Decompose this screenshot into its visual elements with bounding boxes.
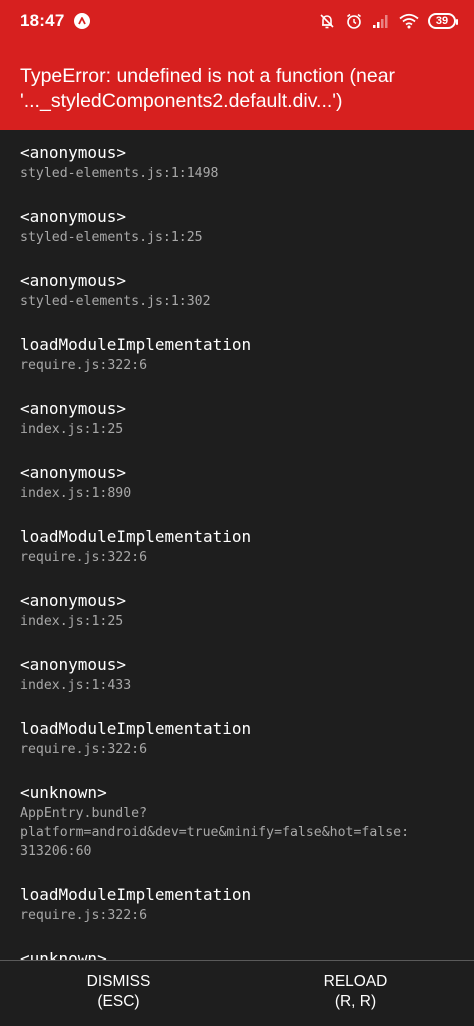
reload-button[interactable]: RELOAD (R, R) (237, 961, 474, 1026)
stack-frame-method: <anonymous> (20, 271, 126, 290)
stack-frame[interactable]: <anonymous> index.js:1:25 (20, 590, 454, 631)
stack-frame-file: styled-elements.js:1:25 (20, 230, 203, 245)
dismiss-label: DISMISS (86, 972, 151, 990)
status-bar-right: 39 (318, 12, 458, 30)
stack-frame-file: index.js:1:433 (20, 678, 132, 693)
stack-frame[interactable]: <anonymous> index.js:1:890 (20, 462, 454, 503)
dismiss-shortcut: (ESC) (97, 992, 140, 1010)
app-notification-icon (74, 13, 91, 29)
stack-frame-file: require.js:322:6 (20, 742, 148, 757)
stack-frame-file: require.js:322:6 (20, 908, 148, 923)
stack-frame-method: <anonymous> (20, 463, 126, 482)
stack-frame[interactable]: <unknown> AppEntry.bundle? platform=andro… (20, 782, 454, 861)
stack-frame-file: index.js:1:25 (20, 422, 124, 437)
stack-frame-file: index.js:1:890 (20, 486, 132, 501)
stack-frame[interactable]: <unknown>AppEntry.bundle? (20, 948, 454, 960)
stack-frame[interactable]: loadModuleImplementation require.js:322:6 (20, 526, 454, 567)
signal-icon (372, 13, 390, 29)
stack-trace-list[interactable]: <anonymous> styled-elements.js:1:1498 <ano… (0, 130, 474, 960)
stack-frame-file: styled-elements.js:1:302 (20, 294, 211, 309)
status-time: 18:47 (20, 11, 65, 30)
stack-frame-method: loadModuleImplementation (20, 335, 252, 354)
stack-frame-file: AppEntry.bundle? platform=android&dev=tr… (20, 806, 410, 859)
battery-icon: 39 (428, 13, 458, 29)
stack-frame-method: <anonymous> (20, 143, 126, 162)
stack-frame-method: <unknown> (20, 949, 107, 960)
stack-frame[interactable]: <anonymous> styled-elements.js:1:1498 (20, 142, 454, 183)
alarm-icon (345, 12, 363, 30)
status-bar-left: 18:47 (20, 11, 91, 31)
stack-frame[interactable]: loadModuleImplementation require.js:322:6 (20, 334, 454, 375)
stack-frame[interactable]: <anonymous> index.js:1:25 (20, 398, 454, 439)
stack-frame-method: <unknown> (20, 783, 107, 802)
error-header: TypeError: undefined is not a function (… (0, 42, 474, 130)
stack-frame[interactable]: <anonymous> styled-elements.js:1:302 (20, 270, 454, 311)
stack-frame-method: loadModuleImplementation (20, 527, 252, 546)
status-bar: 18:47 39 (0, 0, 474, 42)
stack-frame[interactable]: <anonymous> styled-elements.js:1:25 (20, 206, 454, 247)
stack-frame-method: <anonymous> (20, 207, 126, 226)
redbox-error-screen: 18:47 39 TypeError: undefined is not a f… (0, 0, 474, 1026)
wifi-icon (399, 13, 419, 29)
error-message: TypeError: undefined is not a function (… (20, 65, 396, 112)
stack-frame[interactable]: <anonymous> index.js:1:433 (20, 654, 454, 695)
reload-shortcut: (R, R) (334, 992, 377, 1010)
stack-frame-file: styled-elements.js:1:1498 (20, 166, 219, 181)
muted-bell-icon (318, 12, 336, 30)
stack-frame-method: loadModuleImplementation (20, 885, 252, 904)
stack-frame-file: require.js:322:6 (20, 358, 148, 373)
stack-frame-method: <anonymous> (20, 399, 126, 418)
stack-frame-file: index.js:1:25 (20, 614, 124, 629)
dismiss-button[interactable]: DISMISS (ESC) (0, 961, 237, 1026)
stack-frame-method: <anonymous> (20, 655, 126, 674)
stack-frame[interactable]: loadModuleImplementation require.js:322:6 (20, 718, 454, 759)
stack-frame-method: loadModuleImplementation (20, 719, 252, 738)
reload-label: RELOAD (323, 972, 388, 990)
stack-frame-file: require.js:322:6 (20, 550, 148, 565)
stack-frame-method: <anonymous> (20, 591, 126, 610)
stack-frame[interactable]: loadModuleImplementation require.js:322:6 (20, 884, 454, 925)
redbox-footer: DISMISS (ESC) RELOAD (R, R) (0, 960, 474, 1026)
battery-level: 39 (435, 14, 449, 27)
